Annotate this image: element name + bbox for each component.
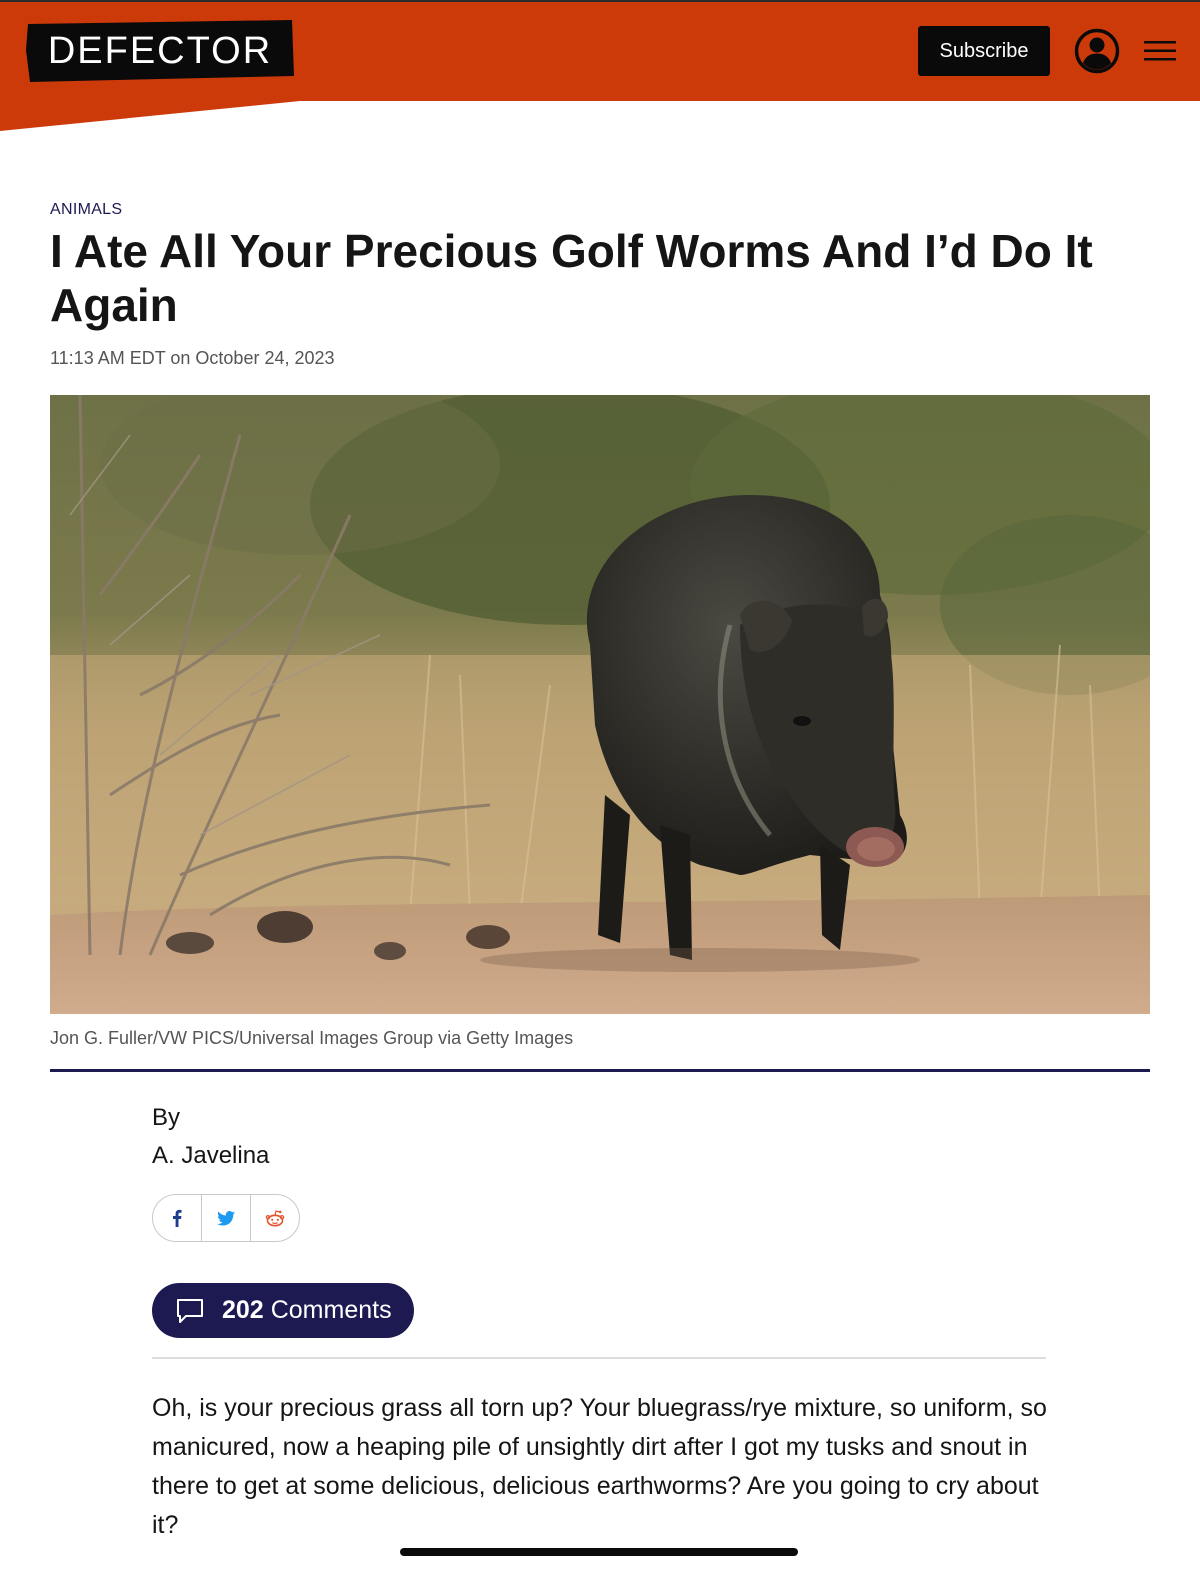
reddit-icon (265, 1210, 285, 1227)
top-divider (0, 0, 1200, 2)
author-link[interactable]: A. Javelina (152, 1142, 269, 1170)
byline-divider (152, 1357, 1046, 1359)
article-body-paragraph: Oh, is your precious grass all torn up? … (152, 1394, 1047, 1539)
article-headline: I Ate All Your Precious Golf Worms And I… (50, 225, 1093, 331)
comments-label: Comments (270, 1296, 392, 1324)
share-facebook-button[interactable] (153, 1195, 202, 1241)
facebook-icon (173, 1209, 182, 1227)
section-divider (50, 1069, 1150, 1072)
subscribe-button[interactable]: Subscribe (918, 26, 1050, 76)
image-credit: Jon G. Fuller/VW PICS/Universal Images G… (50, 1028, 574, 1048)
share-reddit-button[interactable] (251, 1195, 299, 1241)
home-indicator[interactable] (400, 1548, 798, 1556)
comments-count: 202 (222, 1296, 264, 1324)
twitter-icon (217, 1210, 235, 1226)
publish-date: 11:13 AM EDT on October 24, 2023 (50, 348, 335, 368)
byline-prefix: By (152, 1104, 181, 1131)
logo-text: DEFECTOR (47, 30, 273, 72)
share-twitter-button[interactable] (202, 1195, 251, 1241)
comments-button[interactable]: 202 Comments (152, 1283, 414, 1338)
hamburger-menu-icon[interactable] (1144, 40, 1176, 62)
comment-bubble-icon (177, 1298, 203, 1323)
share-buttons (152, 1194, 300, 1242)
hero-image (50, 395, 1150, 1014)
article-page: DEFECTOR Subscribe ANIMALS I Ate All You… (0, 0, 1200, 1572)
category-link[interactable]: ANIMALS (50, 201, 122, 219)
user-circle-icon[interactable] (1074, 28, 1120, 74)
